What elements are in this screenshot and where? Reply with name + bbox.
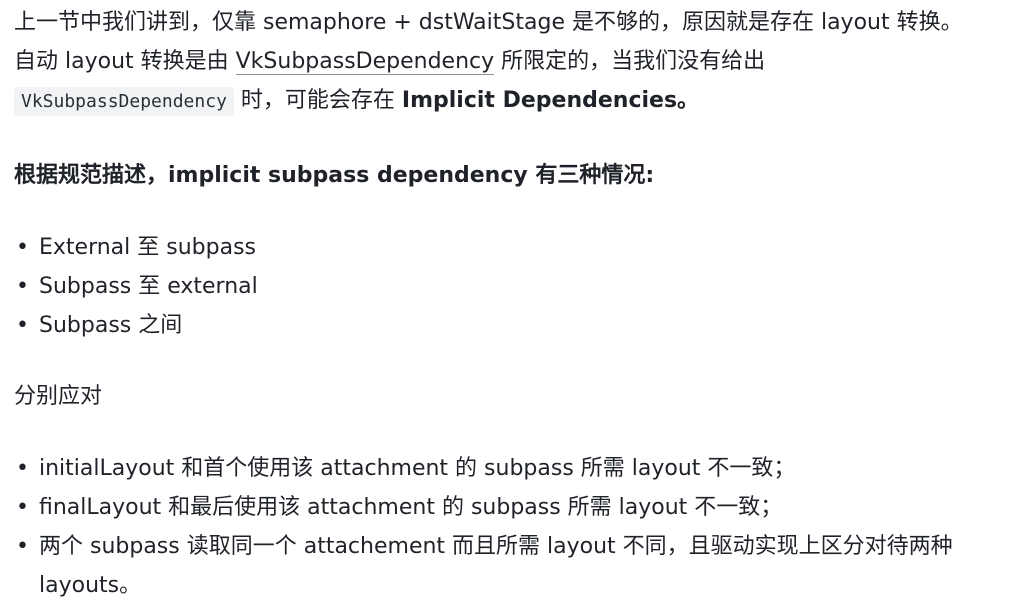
intro-paragraph: 上一节中我们讲到，仅靠 semaphore + dstWaitStage 是不够… (14, 3, 1017, 121)
list-item: finalLayout 和最后使用该 attachment 的 subpass … (14, 488, 1017, 527)
list-item: 两个 subpass 读取同一个 attachement 而且所需 layout… (14, 527, 1017, 605)
intro-line-3-middle: 时，可能会存在 (233, 88, 402, 113)
intro-line-1: 上一节中我们讲到，仅靠 semaphore + dstWaitStage 是不够… (14, 10, 963, 35)
inline-code-vksubpassdependency: VkSubpassDependency (14, 87, 234, 116)
dependency-cases-list: External 至 subpass Subpass 至 external Su… (14, 228, 1017, 345)
implicit-dependencies-bold: Implicit Dependencies (401, 88, 678, 113)
article-body: 上一节中我们讲到，仅靠 semaphore + dstWaitStage 是不够… (0, 0, 1029, 605)
list-item: Subpass 至 external (14, 267, 1017, 306)
intro-line-2-prefix: 自动 layout 转换是由 (14, 49, 236, 74)
list-item: initialLayout 和首个使用该 attachment 的 subpas… (14, 449, 1017, 488)
list-item: External 至 subpass (14, 228, 1017, 267)
intro-line-3-end: 。 (677, 88, 700, 113)
vksubpassdependency-link[interactable]: VkSubpassDependency (235, 49, 495, 75)
intro-line-2-suffix: 所限定的，当我们没有给出 (494, 49, 766, 74)
list-item: Subpass 之间 (14, 306, 1017, 345)
section-heading: 根据规范描述，implicit subpass dependency 有三种情况… (14, 163, 655, 188)
dependency-details-list: initialLayout 和首个使用该 attachment 的 subpas… (14, 449, 1017, 605)
lead-text: 分别应对 (14, 384, 103, 409)
